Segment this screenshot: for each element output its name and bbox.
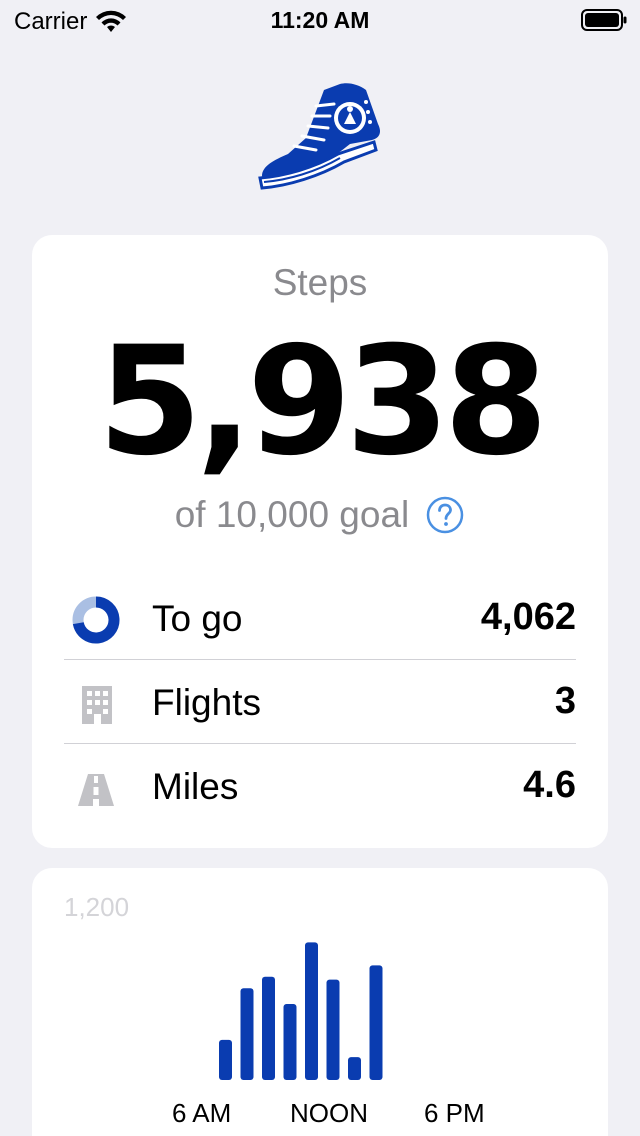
sneaker-logo-icon [258,83,380,190]
battery-icon [581,9,627,31]
status-time: 11:20 AM [270,7,370,33]
x-tick-label: 6 AM [172,1098,232,1128]
chart-bar [305,942,318,1080]
stat-row-flights: Flights 3 [64,660,576,744]
chart-bar [262,976,275,1080]
stat-label: To go [152,598,243,639]
x-tick-label: 6 PM [424,1098,485,1128]
hourly-steps-chart [219,942,383,1080]
stat-label: Flights [152,682,261,723]
road-icon [78,774,114,806]
stat-value: 4,062 [480,596,576,638]
chart-bar [326,979,340,1080]
x-tick-label: NOON [290,1098,368,1128]
building-icon [82,686,112,724]
chart-bar [369,965,383,1080]
chart-bar [219,1039,232,1080]
stat-value: 3 [554,680,576,722]
status-bar: Carrier 11:20 AM [0,0,640,40]
goal-label: of 10,000 goal [174,494,410,535]
chart-bar [348,1057,361,1080]
stat-row-to-go: To go 4,062 [64,576,576,660]
goal-line: of 10,000 goal [0,494,640,536]
step-count: 5,938 [97,315,548,489]
stat-value: 4.6 [523,764,576,806]
progress-ring-icon [72,596,120,644]
steps-title: Steps [272,262,368,303]
chart-bar [240,988,254,1080]
stat-label: Miles [152,766,239,807]
help-icon[interactable] [425,495,465,535]
stat-row-miles: Miles 4.6 [64,744,576,828]
chart-bar [283,1004,297,1080]
